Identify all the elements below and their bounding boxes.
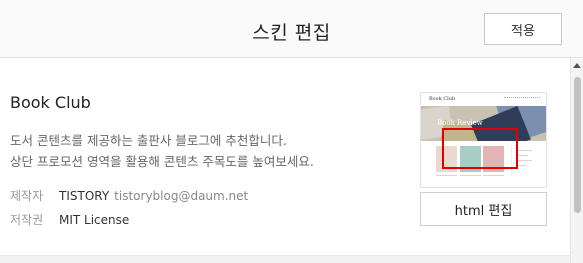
- preview-hero-title: Book Review: [437, 119, 483, 127]
- next-item-divider: [0, 255, 570, 263]
- apply-button[interactable]: 적용: [484, 13, 562, 45]
- author-email: tistoryblog@daum.net: [114, 189, 249, 203]
- author-row: 제작자 TISTORY tistoryblog@daum.net: [10, 187, 248, 204]
- preview-nav: [504, 97, 540, 100]
- scroll-up-arrow-icon[interactable]: [573, 63, 581, 68]
- skin-description-line: 도서 콘텐츠를 제공하는 출판사 블로그에 추천합니다.: [10, 133, 287, 148]
- scrollbar-thumb[interactable]: [574, 77, 581, 213]
- skin-name: Book Club: [10, 93, 91, 112]
- license-row: 저작권 MIT License: [10, 211, 129, 228]
- html-edit-button[interactable]: html 편집: [420, 192, 547, 226]
- license-value: MIT License: [59, 213, 130, 227]
- skin-description: 도서 콘텐츠를 제공하는 출판사 블로그에 추천합니다. 상단 프로모션 영역을…: [10, 130, 314, 172]
- preview-hero-image: Book Review: [421, 106, 546, 141]
- header-bar: 스킨 편집 적용: [0, 0, 583, 58]
- author-label: 제작자: [10, 189, 44, 203]
- preview-card: [483, 146, 504, 172]
- skin-preview-thumbnail: Book Club Book Review: [420, 92, 547, 188]
- license-label: 저작권: [10, 213, 44, 227]
- preview-topbar: Book Club: [421, 93, 546, 106]
- scrollbar[interactable]: [570, 59, 583, 263]
- preview-card: [460, 146, 481, 172]
- preview-sidebar: [511, 146, 535, 176]
- author-value: TISTORY: [59, 189, 110, 203]
- preview-card: [436, 146, 457, 172]
- skin-info-panel: Book Club 도서 콘텐츠를 제공하는 출판사 블로그에 추천합니다. 상…: [0, 59, 570, 255]
- skin-description-line: 상단 프로모션 영역을 활용해 콘텐츠 주목도를 높여보세요.: [10, 154, 314, 169]
- preview-logo: Book Club: [429, 96, 456, 102]
